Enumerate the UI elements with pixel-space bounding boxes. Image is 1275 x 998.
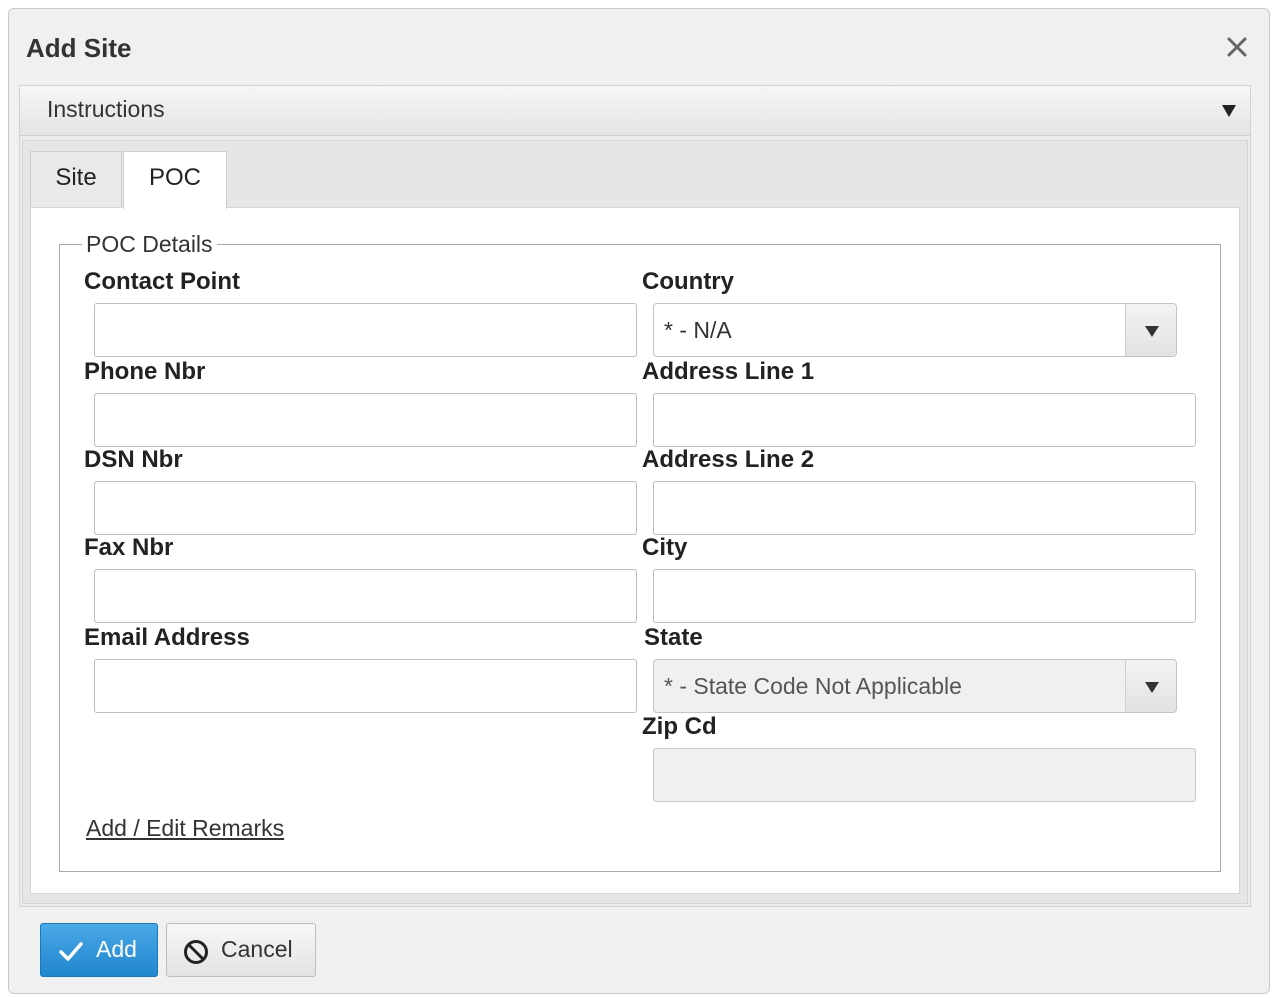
phone-nbr-input[interactable] — [94, 393, 637, 447]
tab-poc[interactable]: POC — [123, 151, 227, 209]
tabs-area: Site POC POC Details Contact Point Phone… — [22, 140, 1248, 904]
cancel-button[interactable]: Cancel — [166, 923, 316, 977]
add-button-label: Add — [96, 936, 137, 962]
chevron-down-icon — [1145, 326, 1159, 337]
state-select-value: * - State Code Not Applicable — [664, 673, 962, 699]
dialog-content: Instructions Site POC POC Details Contac… — [19, 85, 1251, 907]
phone-nbr-label: Phone Nbr — [84, 358, 206, 385]
city-input[interactable] — [653, 569, 1196, 623]
poc-details-legend: POC Details — [82, 231, 217, 258]
state-label: State — [644, 624, 703, 651]
dialog-titlebar: Add Site — [9, 9, 1269, 83]
address-line-2-input[interactable] — [653, 481, 1196, 535]
country-dropdown-button[interactable] — [1125, 304, 1176, 356]
chevron-down-icon — [1145, 682, 1159, 693]
address-line-2-label: Address Line 2 — [642, 446, 815, 473]
instructions-label: Instructions — [47, 96, 165, 122]
ban-icon — [184, 940, 208, 964]
checkmark-icon — [59, 942, 83, 961]
dialog-footer: Add Cancel — [9, 909, 1269, 993]
state-dropdown-button[interactable] — [1125, 660, 1176, 712]
address-line-1-input[interactable] — [653, 393, 1196, 447]
add-site-dialog: Add Site Instructions Site POC POC Detai… — [8, 8, 1270, 994]
email-address-input[interactable] — [94, 659, 637, 713]
dsn-nbr-label: DSN Nbr — [84, 446, 183, 473]
add-button[interactable]: Add — [40, 923, 158, 977]
close-icon[interactable] — [1225, 35, 1249, 59]
address-line-1-label: Address Line 1 — [642, 358, 815, 385]
contact-point-input[interactable] — [94, 303, 637, 357]
fax-nbr-input[interactable] — [94, 569, 637, 623]
dialog-title: Add Site — [26, 33, 132, 63]
email-address-label: Email Address — [84, 624, 250, 651]
contact-point-label: Contact Point — [84, 268, 240, 295]
country-select[interactable]: * - N/A — [653, 303, 1177, 357]
city-label: City — [642, 534, 688, 561]
country-select-value: * - N/A — [664, 317, 732, 343]
caret-down-icon[interactable] — [1222, 105, 1236, 117]
add-edit-remarks-link[interactable]: Add / Edit Remarks — [86, 815, 284, 842]
tab-site[interactable]: Site — [30, 151, 122, 207]
country-label: Country — [642, 268, 734, 295]
poc-details-fieldset: POC Details Contact Point Phone Nbr DSN … — [59, 231, 1221, 872]
cancel-button-label: Cancel — [221, 936, 293, 962]
state-select[interactable]: * - State Code Not Applicable — [653, 659, 1177, 713]
dsn-nbr-input[interactable] — [94, 481, 637, 535]
zip-cd-input[interactable] — [653, 748, 1196, 802]
instructions-panel-header[interactable]: Instructions — [20, 86, 1250, 136]
poc-tab-panel: POC Details Contact Point Phone Nbr DSN … — [30, 207, 1240, 894]
zip-cd-label: Zip Cd — [642, 713, 717, 740]
fax-nbr-label: Fax Nbr — [84, 534, 174, 561]
